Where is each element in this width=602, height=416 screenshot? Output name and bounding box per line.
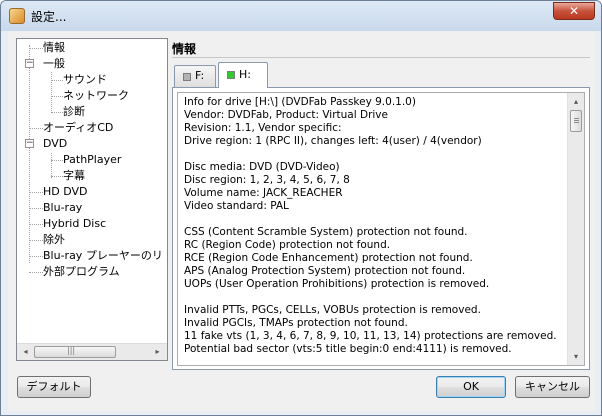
tree-connector [29,48,43,49]
tree-item-general[interactable]: 一般 [43,57,65,71]
section-divider [172,57,590,58]
window-title: 設定... [31,10,67,24]
info-line: Vendor: DVDFab, Product: Virtual Drive [184,109,388,121]
collapse-icon[interactable]: − [25,139,34,148]
info-line: RCE (Region Code Enhancement) protection… [184,252,473,264]
info-lines: Info for drive [H:\] (DVDFab Passkey 9.0… [184,96,564,356]
info-line: Invalid PTTs, PGCs, CELLs, VOBUs protect… [184,304,481,316]
settings-window: 設定... ✕ − − 情報 一般 サウンド ネットワーク 診断 オーディオCD… [0,0,602,416]
tree-connector [51,72,52,113]
scroll-down-icon[interactable]: ▾ [568,348,584,365]
info-line: APS (Analog Protection System) protectio… [184,265,466,277]
title-bar[interactable]: 設定... ✕ [1,1,601,31]
tree-connector [51,80,63,81]
tree-item-blu-ray[interactable]: Blu-ray [43,201,82,215]
tree-item-dvd[interactable]: DVD [43,137,67,151]
dialog-body: − − 情報 一般 サウンド ネットワーク 診断 オーディオCD DVD Pat… [8,31,595,411]
tree-item-diagnostics[interactable]: 診断 [63,105,85,119]
info-line: Invalid PGCIs, TMAPs protection not foun… [184,317,408,329]
section-title: 情報 [172,42,197,56]
tree-item-blu-ray-player[interactable]: Blu-ray プレーヤーのリ [43,249,163,263]
tab-label: F: [195,69,205,82]
tab-content: Info for drive [H:\] (DVDFab Passkey 9.0… [172,87,590,370]
tree-connector [29,224,43,225]
tree-item-exclusions[interactable]: 除外 [43,233,65,247]
default-button[interactable]: デフォルト [17,376,91,398]
info-line: Revision: 1.1, Vendor specific: [184,122,342,134]
tree-connector [51,160,63,161]
info-line: Info for drive [H:\] (DVDFab Passkey 9.0… [184,96,416,108]
tree-item-external-programs[interactable]: 外部プログラム [43,265,120,279]
tree-connector [29,256,43,257]
tree-connector [29,240,43,241]
tree-item-pathplayer[interactable]: PathPlayer [63,153,121,167]
drive-status-icon [227,71,235,79]
close-button[interactable]: ✕ [553,2,595,20]
info-line [184,148,564,161]
info-line: CSS (Content Scramble System) protection… [184,226,468,238]
tree-item-audio-cd[interactable]: オーディオCD [43,121,113,135]
tree-connector [29,272,43,273]
info-line: Disc region: 1, 2, 3, 4, 5, 6, 7, 8 [184,174,350,186]
tab-drive-f[interactable]: F: [174,65,216,87]
info-line: Drive region: 1 (RPC II), changes left: … [184,135,482,147]
tree-item-hd-dvd[interactable]: HD DVD [43,185,88,199]
tree-content: − − 情報 一般 サウンド ネットワーク 診断 オーディオCD DVD Pat… [17,39,167,344]
tree-connector [29,208,43,209]
grip-line [574,120,579,121]
collapse-icon[interactable]: − [25,59,34,68]
close-icon: ✕ [568,4,580,18]
tree-connector [51,96,63,97]
scroll-thumb[interactable]: ||| [34,346,116,358]
grip-line [574,122,579,123]
info-vertical-scrollbar[interactable]: ▴ ▾ [567,93,584,365]
tree-connector [51,176,63,177]
drive-status-icon [183,73,191,81]
scroll-up-icon[interactable]: ▴ [568,93,584,110]
cancel-button[interactable]: キャンセル [515,376,590,398]
tree-connector [29,45,30,263]
ok-button[interactable]: OK [436,376,506,398]
grip-line [574,118,579,119]
tree-connector [29,192,43,193]
grip-icon: ||| [67,346,76,355]
info-line [184,291,564,304]
info-line: Disc media: DVD (DVD-Video) [184,161,340,173]
info-line [184,213,564,226]
tree-connector [51,112,63,113]
tree-item-info[interactable]: 情報 [43,41,65,55]
scroll-left-icon[interactable]: ◂ [17,344,34,360]
scroll-right-icon[interactable]: ▸ [149,344,166,360]
drive-info-text[interactable]: Info for drive [H:\] (DVDFab Passkey 9.0… [177,92,585,366]
tab-label: H: [239,68,251,81]
tree-connector [29,128,43,129]
tab-drive-h[interactable]: H: [218,62,268,88]
info-line: UOPs (User Operation Prohibitions) prote… [184,278,490,290]
info-line: Potential bad sector (vts:5 title begin:… [184,343,512,355]
info-line: Volume name: JACK_REACHER [184,187,343,199]
settings-tree[interactable]: − − 情報 一般 サウンド ネットワーク 診断 オーディオCD DVD Pat… [16,38,168,361]
info-line: RC (Region Code) protection not found. [184,239,391,251]
info-line: Video standard: PAL [184,200,289,212]
tree-item-subtitles[interactable]: 字幕 [63,169,85,183]
tree-item-network[interactable]: ネットワーク [63,89,129,103]
tree-item-hybrid-disc[interactable]: Hybrid Disc [43,217,106,231]
tree-connector [51,153,52,178]
app-icon [9,8,25,24]
tree-item-sound[interactable]: サウンド [63,73,107,87]
info-line: 11 fake vts (1, 3, 4, 6, 7, 8, 9, 10, 11… [184,330,557,342]
tree-horizontal-scrollbar[interactable]: ◂ ||| ▸ [17,343,167,360]
scroll-thumb[interactable] [570,110,582,132]
